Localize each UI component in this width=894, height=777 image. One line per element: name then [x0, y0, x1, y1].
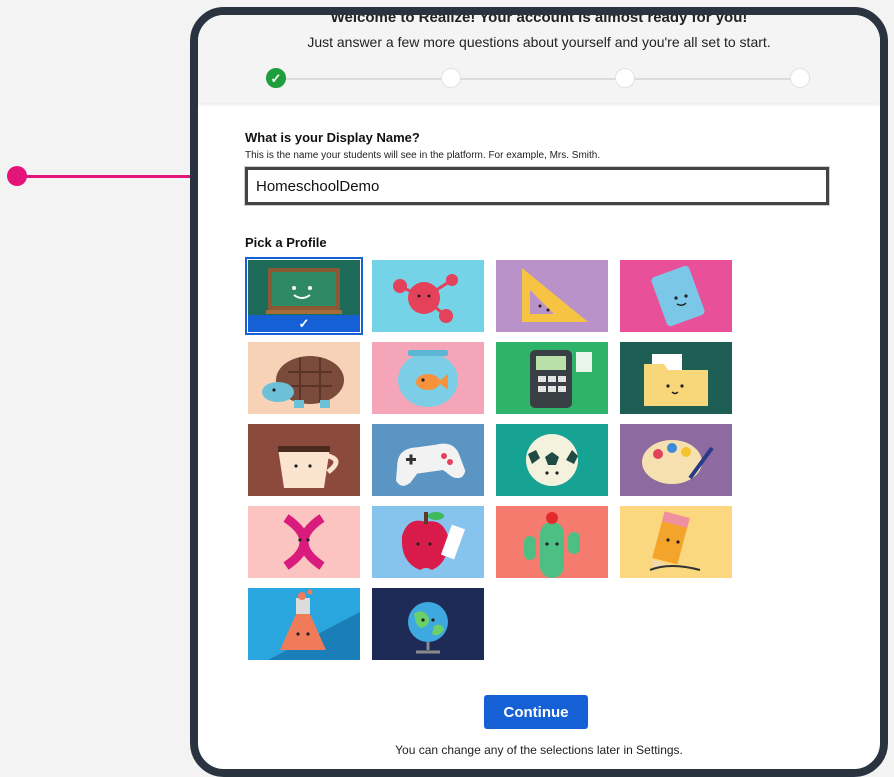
display-name-input[interactable] [244, 166, 830, 206]
turtle-icon [248, 342, 360, 414]
profile-avatar-grid: ✓ [245, 257, 732, 670]
step-4-indicator [790, 68, 810, 88]
avatar-apple[interactable] [372, 506, 484, 578]
flask-icon [248, 588, 360, 660]
step-1-complete-check-icon: ✓ [266, 68, 286, 88]
paint-palette-icon [620, 424, 732, 496]
avatar-folder[interactable] [620, 342, 732, 414]
avatar-soccer-ball[interactable] [496, 424, 608, 496]
avatar-game-controller[interactable] [372, 424, 484, 496]
avatar-pencil[interactable] [620, 506, 732, 578]
avatar-notebook[interactable] [620, 260, 732, 332]
avatar-molecule[interactable] [372, 260, 484, 332]
settings-note: You can change any of the selections lat… [395, 743, 683, 757]
continue-button[interactable]: Continue [484, 695, 588, 729]
tablet-frame: Welcome to Realize! Your account is almo… [190, 7, 888, 777]
stepper-track [284, 78, 806, 80]
cactus-icon [496, 506, 608, 578]
step-3-indicator [615, 68, 635, 88]
display-name-help: This is the name your students will see … [245, 150, 601, 161]
avatar-globe[interactable] [372, 588, 484, 660]
dna-icon [248, 506, 360, 578]
avatar-cactus[interactable] [496, 506, 608, 578]
step-2-indicator [441, 68, 461, 88]
folder-icon [620, 342, 732, 414]
fishbowl-icon [372, 342, 484, 414]
display-name-label: What is your Display Name? [245, 130, 420, 145]
avatar-coffee-cup[interactable] [248, 424, 360, 496]
apple-icon [372, 506, 484, 578]
globe-icon [372, 588, 484, 660]
avatar-flask[interactable] [248, 588, 360, 660]
welcome-subtitle: Just answer a few more questions about y… [307, 34, 771, 50]
onboarding-header: Welcome to Realize! Your account is almo… [198, 15, 880, 103]
selected-check-icon: ✓ [248, 315, 360, 332]
calculator-icon [496, 342, 608, 414]
onboarding-form: What is your Display Name? This is the n… [198, 103, 880, 769]
coffee-cup-icon [248, 424, 360, 496]
welcome-title: Welcome to Realize! Your account is almo… [330, 9, 748, 26]
molecule-icon [372, 260, 484, 332]
ruler-triangle-icon [496, 260, 608, 332]
soccer-ball-icon [496, 424, 608, 496]
game-controller-icon [372, 424, 484, 496]
pencil-icon [620, 506, 732, 578]
avatar-fishbowl[interactable] [372, 342, 484, 414]
pick-profile-label: Pick a Profile [245, 235, 327, 250]
avatar-paint-palette[interactable] [620, 424, 732, 496]
avatar-calculator[interactable] [496, 342, 608, 414]
notebook-icon [620, 260, 732, 332]
avatar-chalkboard[interactable]: ✓ [245, 257, 363, 335]
avatar-turtle[interactable] [248, 342, 360, 414]
avatar-ruler-triangle[interactable] [496, 260, 608, 332]
avatar-dna[interactable] [248, 506, 360, 578]
